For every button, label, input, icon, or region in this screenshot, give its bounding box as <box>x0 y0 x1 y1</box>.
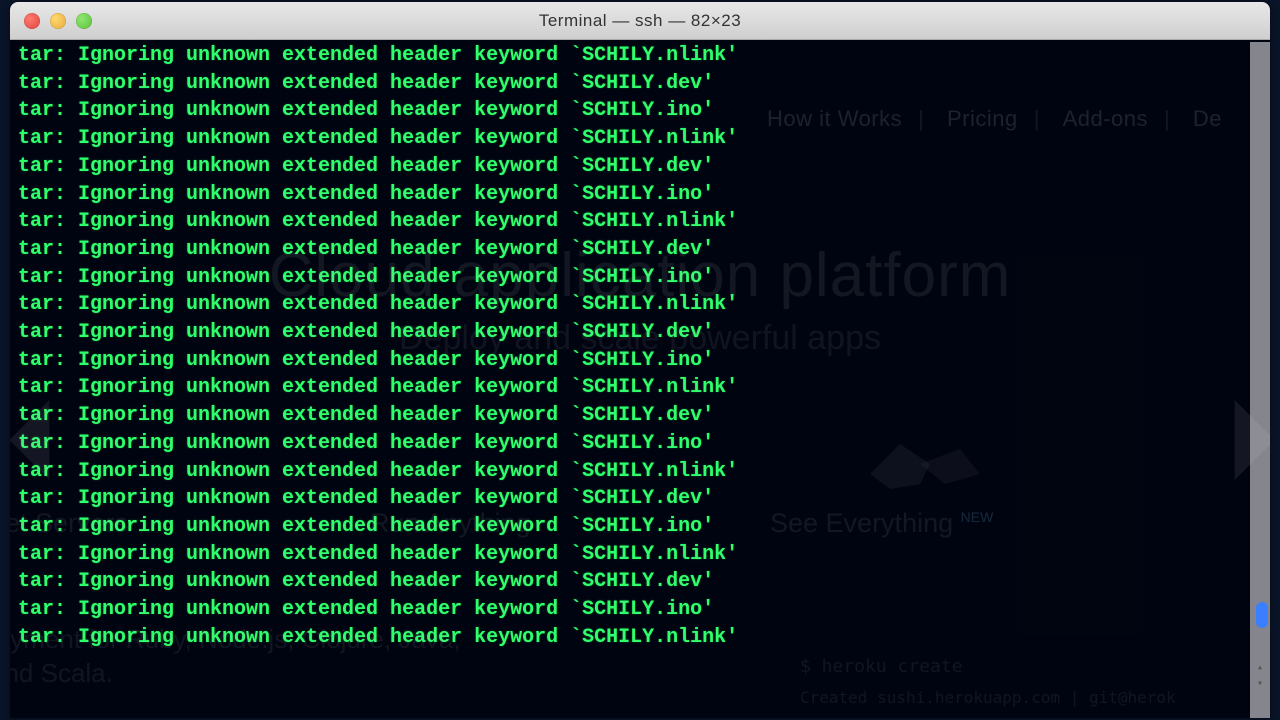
terminal-line: tar: Ignoring unknown extended header ke… <box>18 236 1262 264</box>
terminal-line: tar: Ignoring unknown extended header ke… <box>18 374 1262 402</box>
traffic-lights <box>24 13 92 29</box>
terminal-line: tar: Ignoring unknown extended header ke… <box>18 70 1262 98</box>
ghost-cmd-line: $ heroku create <box>800 656 963 677</box>
terminal-line: tar: Ignoring unknown extended header ke… <box>18 513 1262 541</box>
close-icon[interactable] <box>24 13 40 29</box>
terminal-output: tar: Ignoring unknown extended header ke… <box>18 42 1262 651</box>
scroll-down-icon[interactable]: ▾ <box>1254 678 1266 690</box>
minimize-icon[interactable] <box>50 13 66 29</box>
terminal-line: tar: Ignoring unknown extended header ke… <box>18 264 1262 292</box>
ghost-tagline: and Scala. <box>10 658 113 689</box>
terminal-line: tar: Ignoring unknown extended header ke… <box>18 596 1262 624</box>
terminal-line: tar: Ignoring unknown extended header ke… <box>18 153 1262 181</box>
terminal-line: tar: Ignoring unknown extended header ke… <box>18 42 1262 70</box>
ghost-cmd-line: Created sushi.herokuapp.com | git@herok <box>800 688 1176 707</box>
terminal-line: tar: Ignoring unknown extended header ke… <box>18 541 1262 569</box>
scroll-thumb[interactable] <box>1256 602 1268 628</box>
terminal-line: tar: Ignoring unknown extended header ke… <box>18 430 1262 458</box>
scrollbar[interactable]: ▴ ▾ <box>1250 42 1270 718</box>
terminal-line: tar: Ignoring unknown extended header ke… <box>18 568 1262 596</box>
terminal-line: tar: Ignoring unknown extended header ke… <box>18 208 1262 236</box>
terminal-line: tar: Ignoring unknown extended header ke… <box>18 402 1262 430</box>
terminal-line: tar: Ignoring unknown extended header ke… <box>18 125 1262 153</box>
terminal-line: tar: Ignoring unknown extended header ke… <box>18 291 1262 319</box>
terminal-line: tar: Ignoring unknown extended header ke… <box>18 347 1262 375</box>
terminal-line: tar: Ignoring unknown extended header ke… <box>18 485 1262 513</box>
terminal-line: tar: Ignoring unknown extended header ke… <box>18 458 1262 486</box>
terminal-body[interactable]: How it Works| Pricing| Add-ons| De Cloud… <box>10 40 1270 718</box>
terminal-line: tar: Ignoring unknown extended header ke… <box>18 319 1262 347</box>
terminal-line: tar: Ignoring unknown extended header ke… <box>18 624 1262 652</box>
window-title: Terminal — ssh — 82×23 <box>20 11 1260 31</box>
scroll-up-icon[interactable]: ▴ <box>1254 662 1266 674</box>
titlebar[interactable]: Terminal — ssh — 82×23 <box>10 2 1270 40</box>
terminal-line: tar: Ignoring unknown extended header ke… <box>18 97 1262 125</box>
terminal-line: tar: Ignoring unknown extended header ke… <box>18 181 1262 209</box>
terminal-window: Terminal — ssh — 82×23 How it Works| Pri… <box>10 2 1270 718</box>
zoom-icon[interactable] <box>76 13 92 29</box>
